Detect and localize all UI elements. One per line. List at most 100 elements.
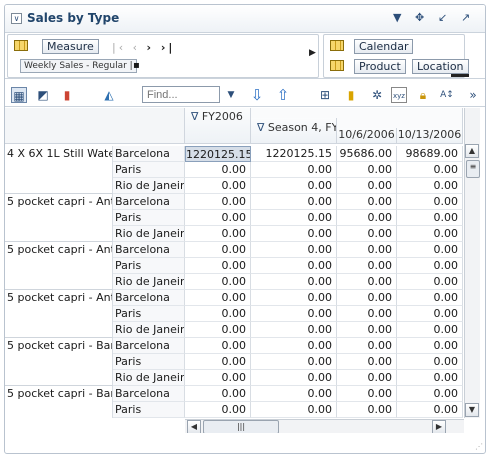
data-cell[interactable]: 0.00 (397, 290, 463, 306)
location-member-cell[interactable]: Paris (113, 162, 185, 178)
location-member-cell[interactable]: Barcelona (113, 290, 185, 306)
data-cell[interactable]: 0.00 (185, 338, 251, 354)
product-member-cell[interactable]: 4 X 6X 1L Still Water (5, 146, 113, 162)
location-member-cell[interactable]: Barcelona (113, 146, 185, 162)
data-cell[interactable]: 0.00 (251, 370, 337, 386)
xyz-icon[interactable]: xyz (391, 87, 407, 103)
product-chip[interactable]: Product (354, 59, 406, 74)
pivot-settings-icon[interactable]: ⊞ (317, 87, 333, 103)
collapse-toggle-icon[interactable]: ∨ (11, 13, 22, 24)
product-member-cell[interactable] (5, 322, 113, 338)
data-cell[interactable]: 0.00 (337, 354, 397, 370)
data-cell[interactable]: 0.00 (185, 386, 251, 402)
find-dropdown-icon[interactable]: ▼ (223, 87, 239, 103)
scroll-left-icon[interactable]: ◀ (187, 420, 201, 433)
data-cell[interactable]: 0.00 (251, 306, 337, 322)
data-cell[interactable]: 0.00 (251, 274, 337, 290)
product-member-cell[interactable] (5, 258, 113, 274)
product-member-cell[interactable] (5, 402, 113, 418)
data-cell[interactable]: 98689.00 (397, 146, 463, 162)
location-member-cell[interactable]: Paris (113, 210, 185, 226)
data-cell[interactable]: 0.00 (337, 402, 397, 418)
resize-grip-icon[interactable]: ⋰ (475, 442, 483, 451)
data-cell[interactable]: 0.00 (251, 354, 337, 370)
data-cell[interactable]: 0.00 (251, 290, 337, 306)
data-cell[interactable]: 0.00 (251, 178, 337, 194)
data-cell[interactable]: 0.00 (397, 338, 463, 354)
data-cell[interactable]: 0.00 (337, 226, 397, 242)
data-cell[interactable]: 0.00 (397, 402, 463, 418)
data-cell[interactable]: 0.00 (397, 178, 463, 194)
calendar-chip[interactable]: Calendar (354, 39, 414, 54)
vertical-scrollbar[interactable]: ▲ ≡ ▼ (464, 108, 480, 418)
data-cell[interactable]: 0.00 (251, 210, 337, 226)
column-header-season[interactable]: ∇ Season 4, FY (251, 118, 337, 144)
data-cell[interactable]: 0.00 (185, 322, 251, 338)
data-cell[interactable]: 0.00 (337, 242, 397, 258)
data-cell[interactable]: 0.00 (397, 210, 463, 226)
data-cell[interactable]: 0.00 (185, 370, 251, 386)
data-cell[interactable]: 1220125.15 (185, 146, 251, 162)
maximize-icon[interactable]: ↗ (461, 11, 470, 24)
collapse-column-icon[interactable]: ∇ (191, 110, 198, 123)
data-cell[interactable]: 0.00 (337, 210, 397, 226)
data-cell[interactable]: 0.00 (337, 386, 397, 402)
product-member-cell[interactable] (5, 354, 113, 370)
data-cell[interactable]: 0.00 (397, 162, 463, 178)
bar-chart-icon[interactable]: ▮ (59, 87, 75, 103)
data-cell[interactable]: 0.00 (185, 402, 251, 418)
column-header-date-2[interactable]: 10/13/2006 (397, 128, 463, 144)
collapse-season-icon[interactable]: ∇ (257, 121, 264, 134)
data-cell[interactable]: 0.00 (337, 306, 397, 322)
data-cell[interactable]: 0.00 (397, 226, 463, 242)
lock-icon[interactable]: 🔒︎ (415, 87, 431, 103)
data-cell[interactable]: 0.00 (337, 290, 397, 306)
location-member-cell[interactable]: Rio de Janeiro (113, 370, 185, 386)
vertical-scroll-thumb[interactable]: ≡ (466, 160, 480, 178)
column-header-fy2006[interactable]: ∇ FY2006 (185, 108, 251, 144)
dropdown-menu-icon[interactable]: ▼ (393, 11, 401, 24)
data-cell[interactable]: 0.00 (251, 162, 337, 178)
horizontal-scrollbar[interactable]: ◀ ||| ▶ (185, 419, 464, 433)
product-member-cell[interactable] (5, 226, 113, 242)
data-cell[interactable]: 0.00 (337, 194, 397, 210)
data-cell[interactable]: 0.00 (251, 226, 337, 242)
data-cell[interactable]: 0.00 (397, 386, 463, 402)
data-cell[interactable]: 0.00 (251, 402, 337, 418)
data-cell[interactable]: 0.00 (397, 258, 463, 274)
product-member-cell[interactable]: 5 pocket capri - Band (5, 386, 113, 402)
data-cell[interactable]: 0.00 (337, 258, 397, 274)
scroll-up-icon[interactable]: ▲ (465, 144, 479, 158)
data-cell[interactable]: 0.00 (185, 354, 251, 370)
data-cell[interactable]: 95686.00 (337, 146, 397, 162)
measure-chip[interactable]: Measure (42, 39, 99, 54)
data-cell[interactable]: 0.00 (251, 242, 337, 258)
location-member-cell[interactable]: Barcelona (113, 386, 185, 402)
location-member-cell[interactable]: Barcelona (113, 194, 185, 210)
data-cell[interactable]: 0.00 (185, 258, 251, 274)
data-cell[interactable]: 0.00 (185, 162, 251, 178)
location-member-cell[interactable]: Paris (113, 258, 185, 274)
product-member-cell[interactable]: 5 pocket capri - Antiq (5, 194, 113, 210)
overflow-icon[interactable]: » (465, 87, 481, 103)
data-cell[interactable]: 0.00 (397, 322, 463, 338)
data-cell[interactable]: 1220125.15 (251, 146, 337, 162)
measure-filter-chip[interactable]: Weekly Sales - Regular | (20, 59, 137, 73)
move-icon[interactable]: ✥ (415, 11, 424, 24)
data-cell[interactable]: 0.00 (185, 274, 251, 290)
data-cell[interactable]: 0.00 (337, 162, 397, 178)
product-member-cell[interactable]: 5 pocket capri - Antiq (5, 290, 113, 306)
data-cell[interactable]: 0.00 (337, 178, 397, 194)
sort-az-icon[interactable]: A↕ (439, 87, 455, 103)
data-cell[interactable]: 0.00 (397, 194, 463, 210)
data-cell[interactable]: 0.00 (251, 386, 337, 402)
area-chart-icon[interactable]: ◭ (101, 87, 117, 103)
product-member-cell[interactable] (5, 162, 113, 178)
snowflake-icon[interactable]: ✲ (369, 87, 385, 103)
data-cell[interactable]: 0.00 (251, 258, 337, 274)
data-cell[interactable]: 0.00 (337, 338, 397, 354)
product-member-cell[interactable] (5, 274, 113, 290)
scroll-right-icon[interactable]: ▶ (432, 420, 446, 433)
location-member-cell[interactable]: Rio de Janeiro (113, 226, 185, 242)
location-member-cell[interactable]: Paris (113, 354, 185, 370)
